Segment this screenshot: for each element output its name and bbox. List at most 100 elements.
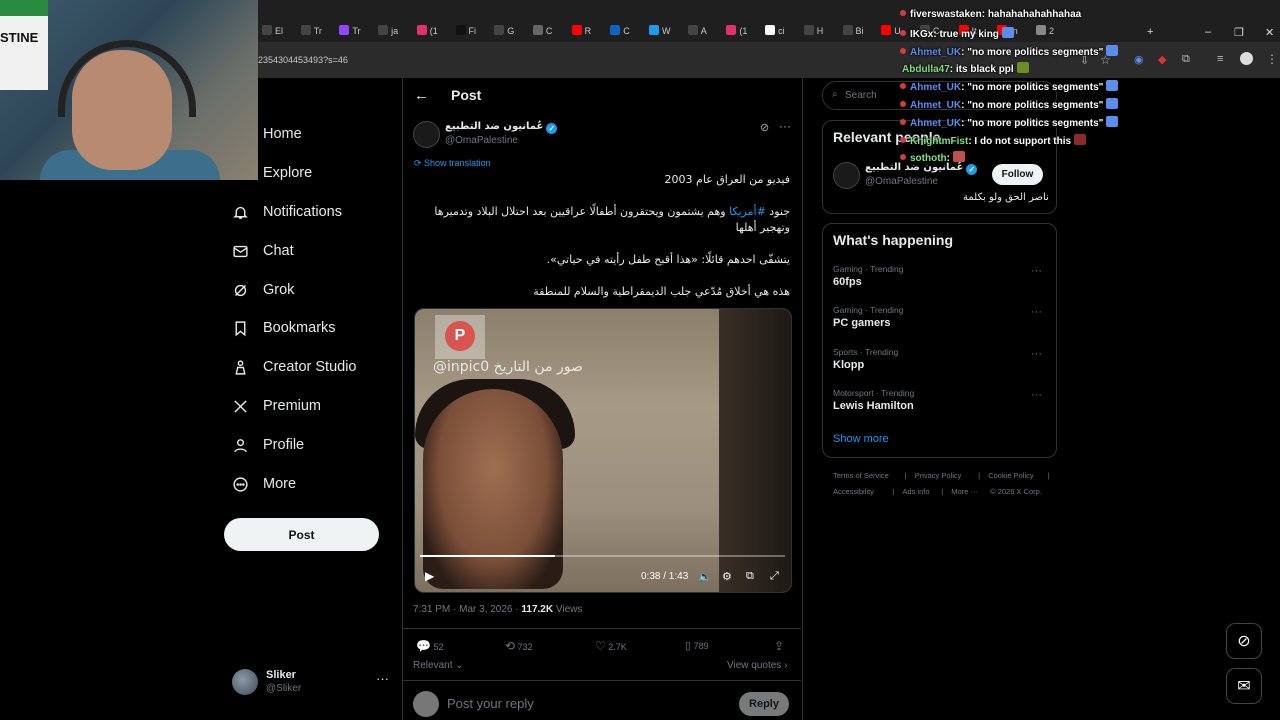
- more-dots-icon[interactable]: ···: [376, 671, 389, 686]
- browser-tab[interactable]: U: [881, 25, 901, 39]
- browser-tab[interactable]: El: [262, 25, 283, 39]
- account-switcher[interactable]: Sliker @Sliker ···: [232, 667, 392, 697]
- browser-tab[interactable]: H: [803, 25, 823, 39]
- pip-icon[interactable]: ⧉: [746, 570, 754, 583]
- browser-tab[interactable]: W: [649, 25, 671, 39]
- volume-icon[interactable]: 🔈: [698, 570, 712, 583]
- browser-tab[interactable]: ja: [378, 25, 398, 39]
- nav-item-profile[interactable]: Profile: [230, 429, 304, 461]
- browser-tab[interactable]: C: [532, 25, 552, 39]
- view-quotes-link[interactable]: View quotes ›: [727, 660, 787, 671]
- browser-tab[interactable]: 2: [1036, 25, 1054, 39]
- url-text[interactable]: 2354304453493?s=46: [258, 55, 348, 65]
- heart-icon: ♡: [595, 639, 606, 653]
- show-more-link[interactable]: Show more: [833, 433, 889, 445]
- nav-item-chat[interactable]: Chat: [230, 235, 294, 267]
- browser-tab[interactable]: (1: [416, 25, 438, 39]
- browser-tab[interactable]: ci: [765, 25, 785, 39]
- sort-relevant-dropdown[interactable]: Relevant ⌄: [413, 660, 464, 671]
- puzzle-icon[interactable]: ⧉: [1182, 53, 1190, 66]
- reply-button[interactable]: Reply: [739, 692, 789, 716]
- browser-menu-icon[interactable]: ⋮: [1266, 52, 1278, 66]
- footer-link[interactable]: Terms of Service: [833, 471, 889, 480]
- chat-message: Ahmet_UK: "no more politics segments": [900, 98, 1119, 111]
- grok-fab-icon[interactable]: ⊘: [1226, 623, 1262, 659]
- trend-item[interactable]: Klopp: [833, 359, 864, 371]
- footer-link[interactable]: More ···: [951, 487, 978, 496]
- tab-label: A: [700, 26, 707, 36]
- author-name[interactable]: عُمانيون ضد التطبيع ✓: [445, 121, 558, 134]
- trend-more-icon[interactable]: ···: [1031, 306, 1042, 318]
- nav-item-home[interactable]: Home: [230, 118, 302, 150]
- minimize-button[interactable]: –: [1205, 26, 1211, 38]
- reply-action[interactable]: 💬 52: [416, 639, 443, 653]
- nav-item-premium[interactable]: Premium: [230, 390, 321, 422]
- reply-input[interactable]: Post your reply: [447, 696, 534, 711]
- post-more-icon[interactable]: ···: [779, 119, 791, 133]
- nav-item-grok[interactable]: Grok: [230, 274, 294, 306]
- bookmark-action[interactable]: ▯ 789: [685, 639, 709, 652]
- post-button[interactable]: Post: [224, 518, 379, 551]
- nav-item-explore[interactable]: Explore: [230, 157, 312, 189]
- browser-tab[interactable]: A: [687, 25, 707, 39]
- footer-link[interactable]: Ads info: [902, 487, 929, 496]
- fullscreen-icon[interactable]: ⤢: [770, 570, 779, 583]
- browser-tab[interactable]: Tr: [339, 25, 361, 39]
- browser-tab[interactable]: G: [494, 25, 514, 39]
- headphones: [58, 40, 196, 117]
- like-action[interactable]: ♡ 2.7K: [595, 639, 627, 653]
- video-player[interactable]: P @inpic0 صور من التاريخ ▶ 0:38 / 1:43 🔈…: [414, 308, 792, 593]
- footer-link[interactable]: © 2026 X Corp.: [990, 487, 1042, 496]
- close-window-button[interactable]: ✕: [1265, 26, 1274, 39]
- relevant-handle[interactable]: @OmaPalestine: [865, 176, 938, 187]
- new-tab-button[interactable]: +: [1147, 26, 1153, 38]
- trend-item[interactable]: 60fps: [833, 276, 862, 288]
- verified-badge-icon: ✓: [546, 123, 558, 134]
- extension-icon[interactable]: ◉: [1134, 53, 1144, 66]
- hashtag-link[interactable]: #أمريكا: [729, 205, 766, 218]
- play-icon[interactable]: ▶: [425, 569, 434, 583]
- chat-username: KnightmFist: [910, 135, 969, 147]
- trend-item[interactable]: PC gamers: [833, 317, 890, 329]
- avatar: [232, 669, 258, 695]
- trend-more-icon[interactable]: ···: [1031, 348, 1042, 360]
- nav-item-bookmarks[interactable]: Bookmarks: [230, 312, 336, 344]
- footer-link[interactable]: Privacy Policy: [915, 471, 962, 480]
- nav-item-notifications[interactable]: Notifications: [230, 196, 342, 228]
- tab-favicon-icon: [262, 25, 272, 35]
- browser-tab[interactable]: Tr: [300, 25, 322, 39]
- browser-tab[interactable]: C: [610, 25, 630, 39]
- grok-icon[interactable]: ⊘: [760, 121, 769, 134]
- trend-more-icon[interactable]: ···: [1031, 265, 1042, 277]
- footer-link[interactable]: Accessibility: [833, 487, 874, 496]
- reading-list-icon[interactable]: ≡: [1217, 53, 1223, 65]
- profile-avatar-icon[interactable]: [1240, 52, 1253, 65]
- repost-action[interactable]: ⟲ 732: [505, 639, 533, 653]
- messages-fab-icon[interactable]: ✉: [1226, 668, 1262, 704]
- nav-item-creator-studio[interactable]: Creator Studio: [230, 351, 357, 383]
- relevant-avatar[interactable]: [833, 162, 860, 189]
- divider: [403, 628, 801, 629]
- trend-more-icon[interactable]: ···: [1031, 389, 1042, 401]
- chat-badge-icon: [900, 47, 906, 54]
- browser-tab[interactable]: (1: [726, 25, 747, 39]
- show-translation-link[interactable]: ⟳ Show translation: [414, 158, 491, 169]
- chat-emote-icon: [1001, 26, 1014, 38]
- share-icon[interactable]: ⇪: [774, 639, 784, 653]
- browser-tab[interactable]: Bi: [842, 25, 864, 39]
- video-progress-bar[interactable]: [420, 555, 785, 557]
- author-avatar[interactable]: [413, 121, 440, 148]
- author-handle[interactable]: @OmaPalestine: [445, 135, 518, 146]
- settings-gear-icon[interactable]: ⚙: [722, 570, 732, 583]
- footer-link[interactable]: Cookie Policy: [988, 471, 1033, 480]
- chat-text: : hahahahahahhahaa: [981, 9, 1082, 20]
- extension-icon-2[interactable]: ◆: [1158, 53, 1166, 66]
- back-arrow-icon[interactable]: ←: [414, 87, 429, 104]
- nav-item-more[interactable]: More: [230, 468, 296, 500]
- follow-button[interactable]: Follow: [992, 164, 1043, 185]
- restore-button[interactable]: ❐: [1234, 26, 1244, 39]
- trend-item[interactable]: Lewis Hamilton: [833, 400, 914, 412]
- verified-badge-icon: ✓: [966, 164, 978, 175]
- browser-tab[interactable]: Fi: [455, 25, 476, 39]
- browser-tab[interactable]: R: [571, 25, 591, 39]
